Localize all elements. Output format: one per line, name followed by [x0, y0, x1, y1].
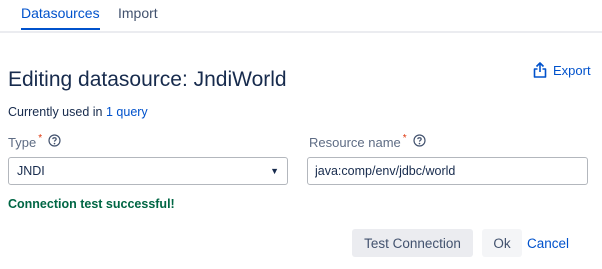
- cancel-button[interactable]: Cancel: [526, 229, 570, 257]
- type-select[interactable]: JNDI ▼: [8, 157, 288, 185]
- question-circle-icon[interactable]: [48, 134, 61, 147]
- query-count-link[interactable]: 1 query: [106, 105, 148, 119]
- required-marker: *: [402, 133, 407, 144]
- dropdown-arrow-icon: ▼: [270, 166, 279, 176]
- type-label: Type *: [8, 133, 61, 150]
- export-label: Export: [553, 62, 591, 78]
- type-select-value: JNDI: [17, 164, 45, 178]
- question-circle-icon[interactable]: [413, 134, 426, 147]
- tab-datasources[interactable]: Datasources: [21, 5, 100, 30]
- usage-text: Currently used in 1 query: [8, 104, 148, 120]
- tab-import[interactable]: Import: [118, 5, 158, 28]
- resource-name-label: Resource name *: [309, 133, 426, 150]
- export-button[interactable]: Export: [533, 62, 591, 78]
- usage-prefix: Currently used in: [8, 105, 103, 119]
- resource-name-label-text: Resource name: [309, 135, 401, 150]
- resource-name-input[interactable]: [307, 157, 588, 185]
- tab-bar: Datasources Import: [0, 0, 602, 33]
- export-icon: [533, 62, 547, 78]
- required-marker: *: [38, 133, 43, 144]
- page-title: Editing datasource: JndiWorld: [8, 68, 287, 91]
- connection-status-message: Connection test successful!: [8, 197, 175, 211]
- ok-button[interactable]: Ok: [482, 229, 522, 257]
- test-connection-button[interactable]: Test Connection: [352, 229, 473, 257]
- type-label-text: Type: [8, 135, 37, 150]
